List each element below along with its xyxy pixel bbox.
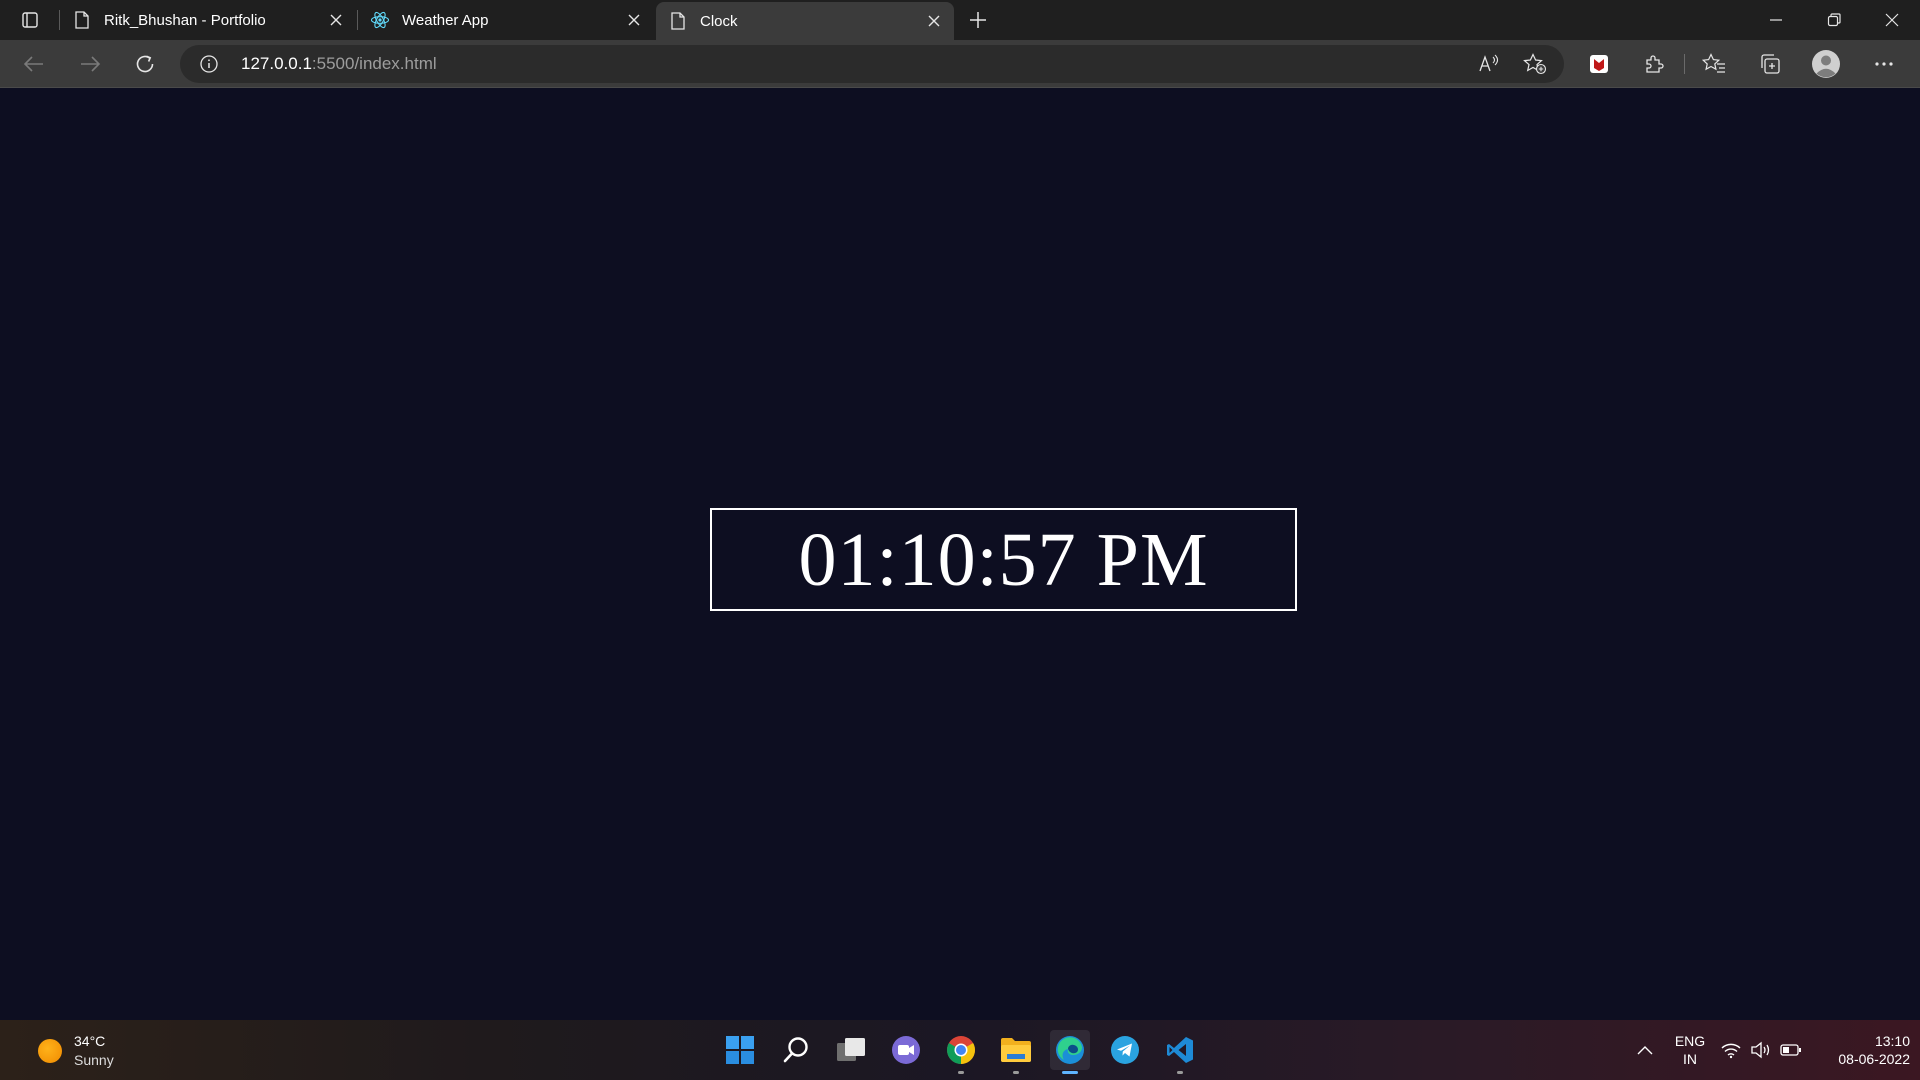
system-time: 13:10 bbox=[1874, 1033, 1910, 1049]
language-code: ENG bbox=[1674, 1033, 1706, 1049]
file-explorer-icon bbox=[1001, 1038, 1031, 1062]
page-icon bbox=[72, 10, 92, 30]
puzzle-icon bbox=[1646, 55, 1664, 73]
show-hidden-icons-button[interactable] bbox=[1625, 1030, 1665, 1070]
minimize-button[interactable] bbox=[1748, 0, 1804, 40]
minimize-icon bbox=[1770, 19, 1782, 21]
tab-strip: Ritk_Bhushan - Portfolio Weather App Clo… bbox=[0, 0, 1920, 40]
close-icon bbox=[1885, 13, 1899, 27]
chevron-up-icon bbox=[1637, 1046, 1653, 1055]
running-indicator bbox=[958, 1071, 964, 1074]
task-view-icon bbox=[837, 1038, 865, 1061]
more-dots-icon bbox=[1875, 62, 1893, 66]
tab-title: Ritk_Bhushan - Portfolio bbox=[104, 11, 266, 29]
extensions-button[interactable] bbox=[1636, 48, 1672, 80]
edge-button[interactable] bbox=[1050, 1030, 1090, 1074]
close-icon[interactable] bbox=[328, 12, 344, 28]
restore-icon bbox=[1827, 13, 1841, 27]
browser-toolbar: 127.0.0.1:5500/index.html bbox=[0, 40, 1920, 88]
url-host: 127.0.0.1 bbox=[241, 54, 312, 73]
tab-title: Weather App bbox=[402, 11, 489, 29]
running-indicator bbox=[1062, 1071, 1078, 1074]
search-icon bbox=[783, 1037, 808, 1063]
settings-more-button[interactable] bbox=[1866, 48, 1902, 80]
toolbar-divider bbox=[1684, 54, 1685, 74]
clock-display: 01:10:57 PM bbox=[710, 508, 1297, 611]
weather-condition: Sunny bbox=[74, 1052, 114, 1068]
teams-chat-icon bbox=[892, 1036, 920, 1064]
file-explorer-button[interactable] bbox=[996, 1030, 1036, 1074]
favorites-icon bbox=[1702, 53, 1725, 73]
address-bar[interactable]: 127.0.0.1:5500/index.html bbox=[180, 45, 1564, 83]
sun-icon bbox=[38, 1039, 62, 1063]
wifi-icon bbox=[1721, 1043, 1741, 1059]
back-button[interactable] bbox=[16, 48, 52, 80]
favorites-button[interactable] bbox=[1696, 48, 1732, 80]
read-aloud-icon bbox=[1479, 54, 1499, 72]
collections-icon bbox=[1761, 54, 1780, 74]
info-icon[interactable] bbox=[200, 55, 218, 73]
close-icon[interactable] bbox=[626, 12, 642, 28]
telegram-icon bbox=[1111, 1036, 1139, 1064]
chrome-button[interactable] bbox=[941, 1030, 981, 1074]
close-icon[interactable] bbox=[926, 13, 942, 29]
start-button[interactable] bbox=[720, 1030, 760, 1070]
arrow-right-icon bbox=[81, 56, 101, 72]
page-content: 01:10:57 PM bbox=[0, 89, 1920, 1020]
mcafee-icon bbox=[1590, 55, 1608, 73]
running-indicator bbox=[1013, 1071, 1019, 1074]
tab-actions-button[interactable] bbox=[12, 6, 48, 34]
react-icon bbox=[370, 10, 390, 30]
edge-icon bbox=[1056, 1036, 1084, 1064]
new-tab-button[interactable] bbox=[962, 6, 994, 34]
weather-widget[interactable]: 34°C Sunny bbox=[36, 1032, 156, 1068]
battery-icon bbox=[1780, 1044, 1801, 1056]
telegram-button[interactable] bbox=[1105, 1030, 1145, 1070]
add-favorite-button[interactable] bbox=[1522, 52, 1548, 76]
vscode-button[interactable] bbox=[1160, 1030, 1200, 1074]
restore-button[interactable] bbox=[1806, 0, 1862, 40]
tab-clock[interactable]: Clock bbox=[656, 2, 954, 40]
tab-title: Clock bbox=[700, 12, 738, 30]
collections-button[interactable] bbox=[1752, 48, 1788, 80]
system-date: 08-06-2022 bbox=[1838, 1051, 1910, 1067]
search-button[interactable] bbox=[776, 1030, 816, 1070]
forward-button[interactable] bbox=[72, 48, 108, 80]
vscode-icon bbox=[1167, 1037, 1193, 1063]
weather-temp: 34°C bbox=[74, 1033, 106, 1049]
tab-weather-app[interactable]: Weather App bbox=[358, 0, 654, 40]
url-text[interactable]: 127.0.0.1:5500/index.html bbox=[241, 54, 437, 74]
quick-settings-button[interactable] bbox=[1716, 1030, 1806, 1070]
tab-actions-icon bbox=[22, 12, 38, 28]
system-clock[interactable]: 13:10 08-06-2022 bbox=[1810, 1032, 1910, 1068]
page-icon bbox=[668, 11, 688, 31]
arrow-left-icon bbox=[23, 56, 43, 72]
refresh-button[interactable] bbox=[127, 48, 163, 80]
plus-icon bbox=[970, 12, 986, 28]
mcafee-extension-button[interactable] bbox=[1581, 48, 1617, 80]
read-aloud-button[interactable] bbox=[1476, 52, 1502, 76]
task-view-button[interactable] bbox=[831, 1030, 871, 1070]
running-indicator bbox=[1177, 1071, 1183, 1074]
start-icon bbox=[726, 1036, 754, 1064]
clock-time: 01:10:57 PM bbox=[798, 517, 1209, 602]
teams-chat-button[interactable] bbox=[886, 1030, 926, 1070]
volume-icon bbox=[1751, 1041, 1770, 1059]
star-add-icon bbox=[1523, 53, 1547, 75]
chrome-icon bbox=[947, 1036, 975, 1064]
tab-portfolio[interactable]: Ritk_Bhushan - Portfolio bbox=[60, 0, 356, 40]
refresh-icon bbox=[136, 55, 154, 73]
url-path: :5500/index.html bbox=[311, 54, 437, 73]
profile-button[interactable] bbox=[1808, 48, 1844, 80]
taskbar: 34°C Sunny ENG IN 13:10 08-06-2022 bbox=[0, 1020, 1920, 1080]
close-window-button[interactable] bbox=[1864, 0, 1920, 40]
language-indicator[interactable]: ENG IN bbox=[1672, 1032, 1708, 1068]
language-region: IN bbox=[1683, 1051, 1697, 1067]
avatar-icon bbox=[1812, 50, 1840, 78]
